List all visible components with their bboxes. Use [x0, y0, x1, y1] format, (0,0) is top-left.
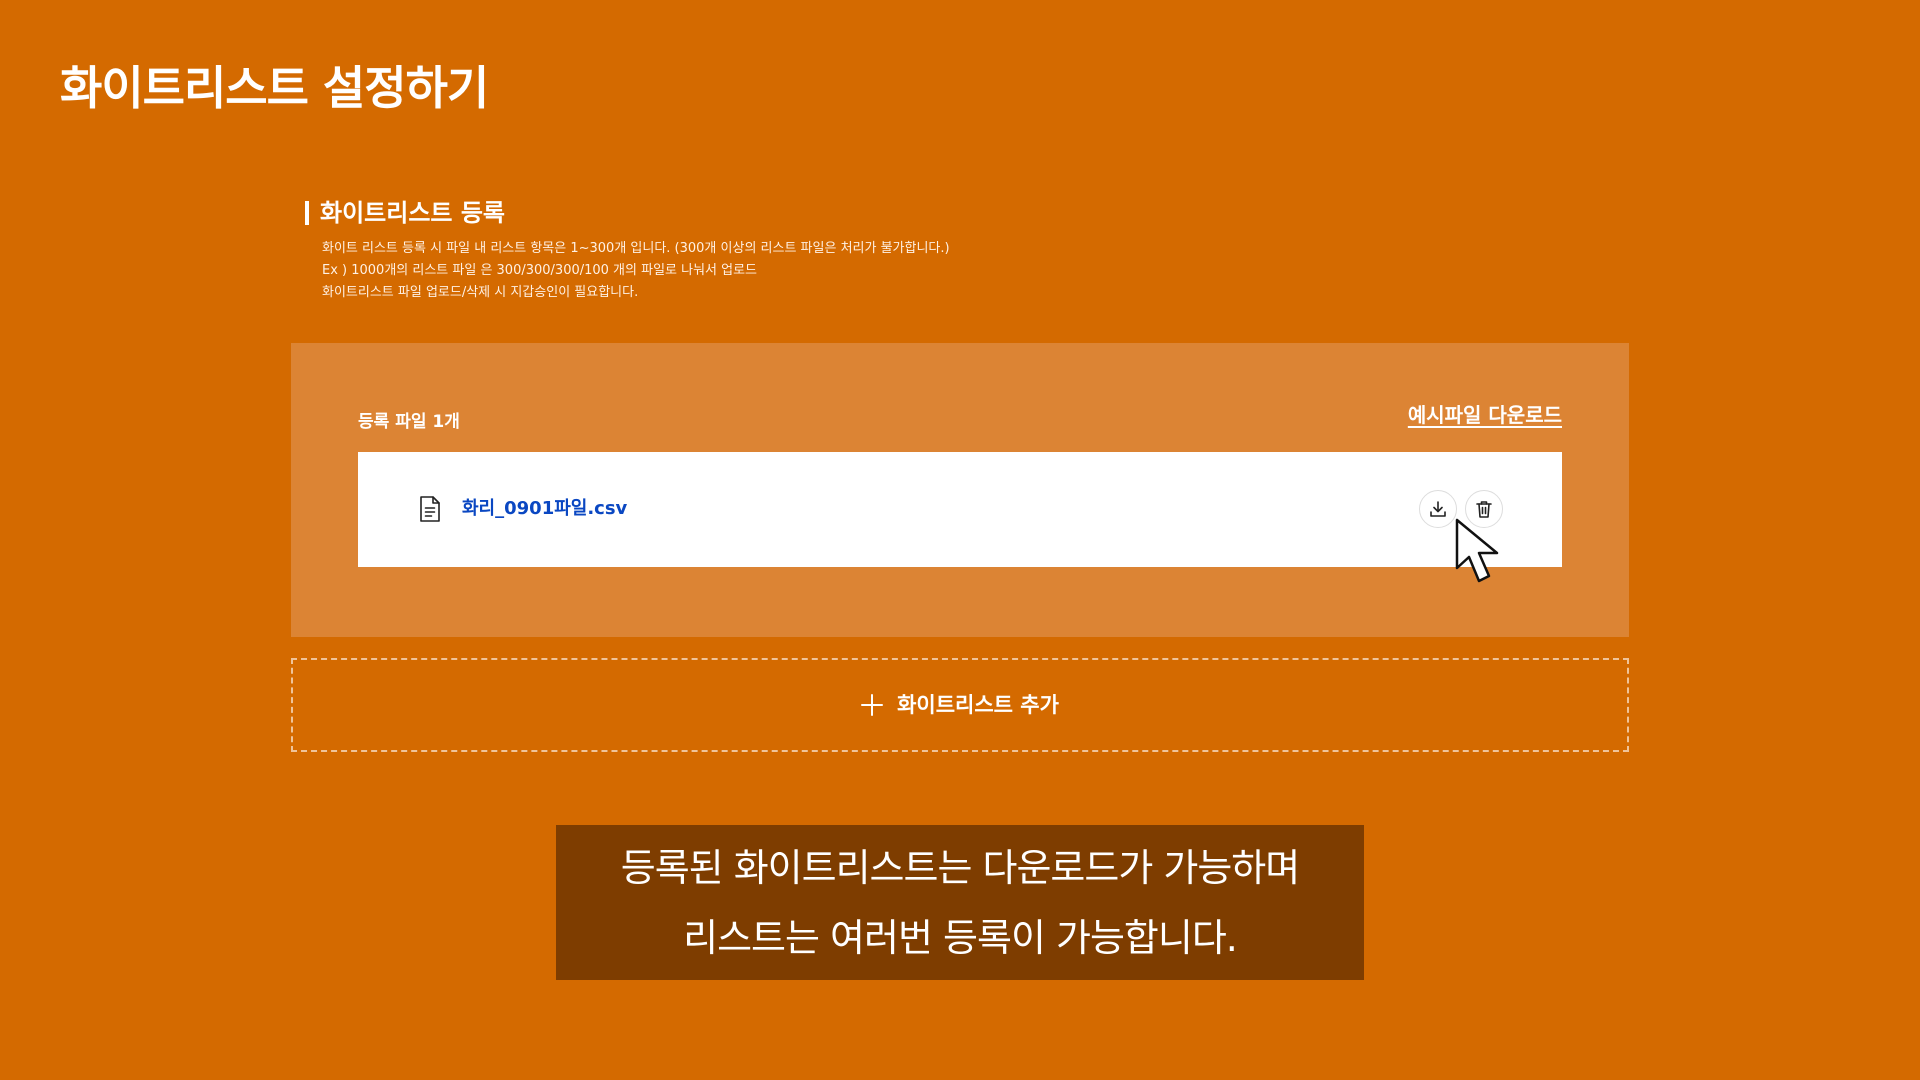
whitelist-panel: 등록 파일 1개 예시파일 다운로드 화리_0901파일.csv [291, 343, 1629, 637]
section-heading: 화이트리스트 등록 [305, 198, 950, 228]
caption-line: 등록된 화이트리스트는 다운로드가 가능하며 [620, 845, 1300, 890]
plus-icon [861, 694, 884, 716]
section-title: 화이트리스트 등록 [320, 199, 505, 227]
notes: 화이트 리스트 등록 시 파일 내 리스트 항목은 1~300개 입니다. (3… [322, 238, 950, 304]
download-icon [1430, 501, 1446, 517]
trash-icon [1476, 501, 1492, 518]
note-line: Ex ) 1000개의 리스트 파일 은 300/300/300/100 개의 … [322, 263, 758, 278]
document-icon [420, 496, 440, 522]
sample-download-link[interactable]: 예시파일 다운로드 [1408, 401, 1562, 429]
download-button[interactable] [1419, 490, 1457, 528]
file-count-label: 등록 파일 1개 [358, 412, 460, 432]
caption-line: 리스트는 여러번 등록이 가능합니다. [683, 915, 1238, 960]
note-line: 화이트 리스트 등록 시 파일 내 리스트 항목은 1~300개 입니다. (3… [322, 241, 950, 256]
note-line: 화이트리스트 파일 업로드/삭제 시 지갑승인이 필요합니다. [322, 285, 639, 300]
add-whitelist-label: 화이트리스트 추가 [897, 693, 1059, 717]
section-heading-bar [305, 201, 309, 225]
subtitle-caption: 등록된 화이트리스트는 다운로드가 가능하며 리스트는 여러번 등록이 가능합니… [556, 825, 1364, 980]
delete-button[interactable] [1465, 490, 1503, 528]
whitelist-section: 화이트리스트 등록 화이트 리스트 등록 시 파일 내 리스트 항목은 1~30… [305, 198, 950, 304]
add-whitelist-button[interactable]: 화이트리스트 추가 [291, 658, 1629, 752]
file-row: 화리_0901파일.csv [358, 452, 1562, 567]
file-name-link[interactable]: 화리_0901파일.csv [462, 496, 627, 522]
page-title: 화이트리스트 설정하기 [60, 61, 489, 115]
